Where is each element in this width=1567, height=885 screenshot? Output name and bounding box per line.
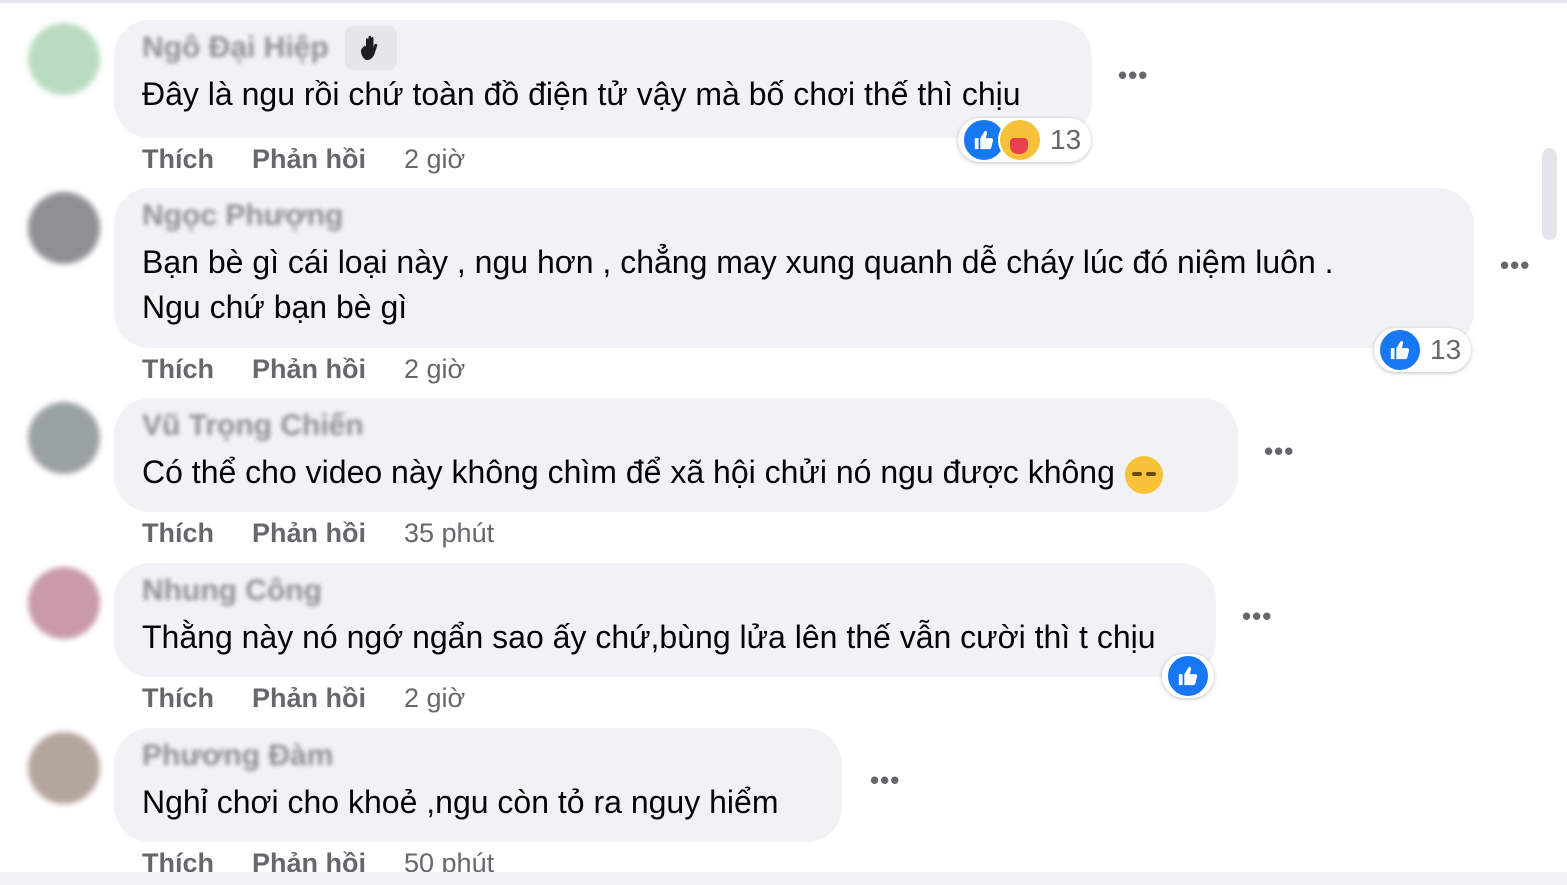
more-options-icon[interactable]: ••• — [1118, 60, 1148, 91]
avatar[interactable] — [28, 192, 100, 264]
comment-actions: Thích Phản hồi 2 giờ — [142, 144, 465, 175]
comment-bubble: Phương Đàm Nghỉ chơi cho khoẻ ,ngu còn t… — [114, 728, 842, 842]
more-options-icon[interactable]: ••• — [1500, 250, 1530, 281]
reply-button[interactable]: Phản hồi — [252, 354, 366, 385]
comment-timestamp[interactable]: 2 giờ — [404, 683, 465, 714]
comment-text-line: Ngu chứ bạn bè gì — [142, 289, 408, 325]
comment-bubble: Ngô Đại Hiệp Đây là ngu rồi chứ toàn đồ … — [114, 20, 1092, 138]
like-button[interactable]: Thích — [142, 518, 214, 549]
reaction-summary[interactable]: 13 — [1374, 328, 1472, 372]
reaction-summary[interactable]: 13 — [958, 118, 1092, 162]
comment-author-row: Ngọc Phượng — [142, 198, 1446, 234]
comment-actions: Thích Phản hồi 35 phút — [142, 518, 494, 549]
reply-button[interactable]: Phản hồi — [252, 683, 366, 714]
care-icon — [998, 118, 1042, 162]
reaction-summary[interactable] — [1162, 654, 1214, 698]
comment-text: Đây là ngu rồi chứ toàn đồ điện tử vậy m… — [142, 76, 1021, 112]
comment-author[interactable]: Phương Đàm — [142, 739, 333, 773]
more-options-icon[interactable]: ••• — [870, 765, 900, 796]
reaction-count: 13 — [1430, 334, 1462, 365]
bottom-divider — [0, 872, 1567, 885]
comment-author[interactable]: Vũ Trọng Chiến — [142, 409, 364, 443]
comment-text-row: Có thể cho video này không chìm để xã hộ… — [142, 450, 1210, 495]
comment-text: Có thể cho video này không chìm để xã hộ… — [142, 454, 1115, 490]
reaction-count: 13 — [1050, 124, 1082, 155]
like-button[interactable]: Thích — [142, 683, 214, 714]
comment-author-row: Ngô Đại Hiệp — [142, 26, 1064, 70]
avatar[interactable] — [28, 402, 100, 474]
like-button[interactable]: Thích — [142, 144, 214, 175]
like-button[interactable]: Thích — [142, 354, 214, 385]
reply-button[interactable]: Phản hồi — [252, 144, 366, 175]
comment-actions: Thích Phản hồi 2 giờ — [142, 354, 465, 385]
waving-hand-icon[interactable] — [344, 26, 397, 70]
more-options-icon[interactable]: ••• — [1264, 436, 1294, 467]
comment-bubble: Nhung Công Thằng này nó ngớ ngẩn sao ấy … — [114, 563, 1216, 677]
avatar[interactable] — [28, 23, 100, 95]
comment-timestamp[interactable]: 2 giờ — [404, 144, 465, 175]
comment-timestamp[interactable]: 2 giờ — [404, 354, 465, 385]
comment-actions: Thích Phản hồi 2 giờ — [142, 683, 465, 714]
like-icon — [1166, 654, 1210, 698]
sleepy-face-icon — [1124, 455, 1163, 494]
avatar[interactable] — [28, 567, 100, 639]
scrollbar-thumb[interactable] — [1542, 148, 1557, 240]
comment-text: Nghỉ chơi cho khoẻ ,ngu còn tỏ ra nguy h… — [142, 784, 779, 820]
comment-author[interactable]: Nhung Công — [142, 574, 322, 608]
comment-timestamp[interactable]: 35 phút — [404, 518, 494, 549]
comment-author[interactable]: Ngô Đại Hiệp — [142, 31, 329, 65]
comment-author-row: Nhung Công — [142, 573, 1188, 609]
like-icon — [1378, 328, 1422, 372]
comment-bubble: Ngọc Phượng Bạn bè gì cái loại này , ngu… — [114, 188, 1474, 348]
comment-author-row: Phương Đàm — [142, 738, 814, 774]
avatar[interactable] — [28, 732, 100, 804]
comment-text-line: Bạn bè gì cái loại này , ngu hơn , chẳng… — [142, 244, 1334, 280]
comment-text: Thằng này nó ngớ ngẩn sao ấy chứ,bùng lử… — [142, 619, 1156, 655]
more-options-icon[interactable]: ••• — [1242, 601, 1272, 632]
comment-author-row: Vũ Trọng Chiến — [142, 408, 1210, 444]
comment-author[interactable]: Ngọc Phượng — [142, 199, 343, 233]
top-divider — [0, 0, 1567, 3]
comment-bubble: Vũ Trọng Chiến Có thể cho video này khôn… — [114, 398, 1238, 512]
reply-button[interactable]: Phản hồi — [252, 518, 366, 549]
